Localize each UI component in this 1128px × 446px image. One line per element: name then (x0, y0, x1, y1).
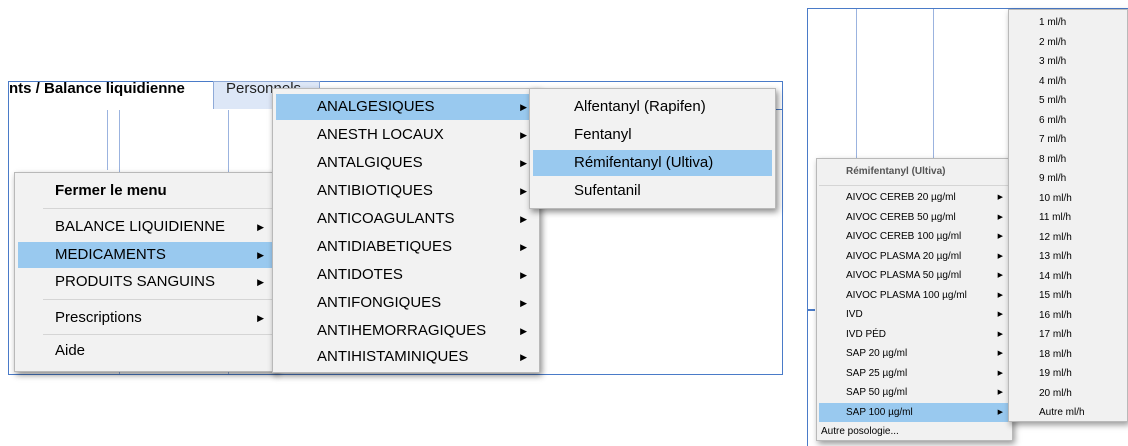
menu-item-ivd-ped[interactable]: IVD PÉD ▶ (819, 325, 1010, 345)
menu-separator (43, 299, 273, 300)
triangle-right-icon: ▶ (997, 350, 1003, 357)
menu-item-aide[interactable]: Aide (18, 338, 273, 364)
menu-item-autre-posologie[interactable]: Autre posologie... (819, 422, 1010, 442)
menu-item-sufentanil[interactable]: Sufentanil (533, 178, 772, 204)
menu-item-antibiotiques[interactable]: ANTIBIOTIQUES ▶ (276, 178, 536, 204)
menu-item-sap-25[interactable]: SAP 25 µg/ml ▶ (819, 364, 1010, 384)
menu-item-anesth-locaux[interactable]: ANESTH LOCAUX ▶ (276, 122, 536, 148)
triangle-right-icon: ▶ (257, 250, 264, 260)
triangle-right-icon: ▶ (997, 389, 1003, 396)
menu-item-ivd[interactable]: IVD ▶ (819, 305, 1010, 325)
menu-item-sap-100[interactable]: SAP 100 µg/ml ▶ (819, 402, 1010, 422)
menu-separator (43, 208, 273, 209)
grid-line (107, 110, 108, 170)
menu-item-rate[interactable]: 9 ml/h (1011, 169, 1125, 189)
triangle-right-icon: ▶ (520, 214, 527, 224)
triangle-right-icon: ▶ (257, 313, 264, 323)
menu-item-rate-other[interactable]: Autre ml/h (1011, 403, 1125, 423)
menu-item-rate[interactable]: 19 ml/h (1011, 364, 1125, 384)
menu-item-rate[interactable]: 16 ml/h (1011, 306, 1125, 326)
analgesiques-submenu: Alfentanyl (Rapifen) Fentanyl Rémifentan… (529, 88, 776, 209)
triangle-right-icon: ▶ (520, 242, 527, 252)
menu-item-antihemorragiques[interactable]: ANTIHEMORRAGIQUES ▶ (276, 318, 536, 344)
menu-item-alfentanyl[interactable]: Alfentanyl (Rapifen) (533, 94, 772, 120)
menu-item-fentanyl[interactable]: Fentanyl (533, 122, 772, 148)
menu-item-rate[interactable]: 20 ml/h (1011, 384, 1125, 404)
menu-item-rate[interactable]: 1 ml/h (1011, 13, 1125, 33)
triangle-right-icon: ▶ (997, 272, 1003, 279)
menu-item-rate[interactable]: 2 ml/h (1011, 33, 1125, 53)
menu-item-antalgiques[interactable]: ANTALGIQUES ▶ (276, 150, 536, 176)
menu-item-aivoc-plasma-50[interactable]: AIVOC PLASMA 50 µg/ml ▶ (819, 266, 1010, 286)
menu-item-aivoc-cereb-100[interactable]: AIVOC CEREB 100 µg/ml ▶ (819, 227, 1010, 247)
menu-item-aivoc-cereb-50[interactable]: AIVOC CEREB 50 µg/ml ▶ (819, 208, 1010, 228)
triangle-right-icon: ▶ (520, 130, 527, 140)
submenu-header: Rémifentanyl (Ultiva) (846, 166, 946, 177)
menu-item-rate[interactable]: 3 ml/h (1011, 52, 1125, 72)
remifentanyl-submenu: Rémifentanyl (Ultiva) AIVOC CEREB 20 µg/… (816, 158, 1013, 441)
triangle-right-icon: ▶ (997, 233, 1003, 240)
triangle-right-icon: ▶ (520, 186, 527, 196)
menu-item-rate[interactable]: 17 ml/h (1011, 325, 1125, 345)
menu-item-sap-50[interactable]: SAP 50 µg/ml ▶ (819, 383, 1010, 403)
menu-item-rate[interactable]: 10 ml/h (1011, 189, 1125, 209)
menu-item-rate[interactable]: 5 ml/h (1011, 91, 1125, 111)
menu-item-rate[interactable]: 4 ml/h (1011, 72, 1125, 92)
triangle-right-icon: ▶ (997, 291, 1003, 299)
menu-item-antidotes[interactable]: ANTIDOTES ▶ (276, 262, 536, 288)
menu-item-rate[interactable]: 18 ml/h (1011, 345, 1125, 365)
triangle-right-icon: ▶ (520, 158, 527, 168)
triangle-right-icon: ▶ (997, 408, 1003, 416)
menu-item-rate[interactable]: 12 ml/h (1011, 228, 1125, 248)
menu-item-rate[interactable]: 13 ml/h (1011, 247, 1125, 267)
menu-item-analgesiques[interactable]: ANALGESIQUES ▶ (276, 94, 536, 120)
window-title: nts / Balance liquidienne (9, 80, 185, 97)
menu-item-antihistaminiques[interactable]: ANTIHISTAMINIQUES ▶ (276, 344, 536, 370)
rate-submenu: 1 ml/h 2 ml/h 3 ml/h 4 ml/h 5 ml/h 6 ml/… (1008, 9, 1128, 422)
triangle-right-icon: ▶ (997, 252, 1003, 260)
triangle-right-icon: ▶ (997, 311, 1003, 318)
menu-item-antidiabetiques[interactable]: ANTIDIABETIQUES ▶ (276, 234, 536, 260)
triangle-right-icon: ▶ (257, 277, 264, 287)
triangle-right-icon: ▶ (997, 369, 1003, 377)
menu-item-rate[interactable]: 8 ml/h (1011, 150, 1125, 170)
triangle-right-icon: ▶ (520, 270, 527, 280)
close-menu-item[interactable]: Fermer le menu (18, 178, 273, 204)
grid-line (856, 9, 857, 169)
triangle-right-icon: ▶ (520, 298, 527, 308)
triangle-right-icon: ▶ (520, 352, 527, 362)
menu-item-rate[interactable]: 11 ml/h (1011, 208, 1125, 228)
menu-item-rate[interactable]: 14 ml/h (1011, 267, 1125, 287)
menu-item-remifentanyl[interactable]: Rémifentanyl (Ultiva) (533, 150, 772, 176)
medicaments-submenu: ANALGESIQUES ▶ ANESTH LOCAUX ▶ ANTALGIQUES… (272, 88, 540, 373)
triangle-right-icon: ▶ (997, 330, 1003, 338)
menu-item-sap-20[interactable]: SAP 20 µg/ml ▶ (819, 344, 1010, 364)
context-menu: Fermer le menu BALANCE LIQUIDIENNE ▶ MED… (14, 172, 277, 372)
triangle-right-icon: ▶ (997, 194, 1003, 201)
menu-item-produits-sanguins[interactable]: PRODUITS SANGUINS ▶ (18, 269, 273, 295)
menu-item-antifongiques[interactable]: ANTIFONGIQUES ▶ (276, 290, 536, 316)
menu-item-aivoc-plasma-20[interactable]: AIVOC PLASMA 20 µg/ml ▶ (819, 247, 1010, 267)
grid-line (807, 309, 815, 311)
menu-item-rate[interactable]: 6 ml/h (1011, 111, 1125, 131)
menu-item-aivoc-cereb-20[interactable]: AIVOC CEREB 20 µg/ml ▶ (819, 188, 1010, 208)
grid-line (933, 9, 934, 169)
menu-item-anticoagulants[interactable]: ANTICOAGULANTS ▶ (276, 206, 536, 232)
triangle-right-icon: ▶ (257, 222, 264, 232)
menu-separator (43, 334, 273, 335)
menu-item-medicaments[interactable]: MEDICAMENTS ▶ (18, 242, 273, 268)
triangle-right-icon: ▶ (520, 326, 527, 336)
menu-item-rate[interactable]: 7 ml/h (1011, 130, 1125, 150)
menu-item-aivoc-plasma-100[interactable]: AIVOC PLASMA 100 µg/ml ▶ (819, 286, 1010, 306)
triangle-right-icon: ▶ (997, 213, 1003, 221)
triangle-right-icon: ▶ (520, 102, 527, 112)
menu-separator (819, 185, 1010, 186)
menu-item-balance[interactable]: BALANCE LIQUIDIENNE ▶ (18, 214, 273, 240)
menu-item-rate[interactable]: 15 ml/h (1011, 286, 1125, 306)
menu-item-prescriptions[interactable]: Prescriptions ▶ (18, 305, 273, 331)
